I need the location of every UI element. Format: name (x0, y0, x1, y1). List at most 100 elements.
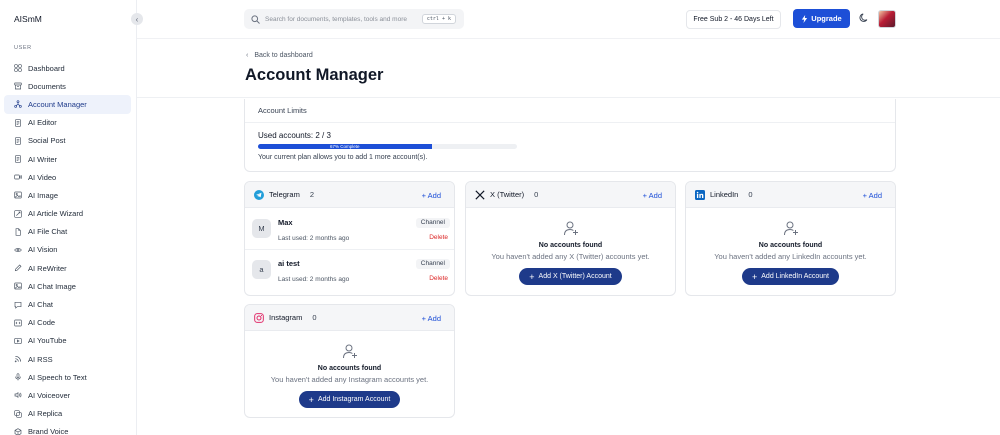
sidebar-item-ai-editor[interactable]: AI Editor (4, 114, 131, 132)
user-plus-icon (783, 221, 798, 236)
add-instagram-link[interactable]: + Add (422, 314, 441, 323)
telegram-icon (254, 189, 264, 200)
empty-state: No accounts found You haven't added any … (245, 343, 454, 408)
sidebar-item-documents[interactable]: Documents (4, 77, 131, 95)
sidebar-item-label: Social Post (28, 136, 66, 146)
account-row: M Max Last used: 2 months ago Channel De… (245, 209, 454, 249)
add-instagram-account-button[interactable]: + Add Instagram Account (298, 391, 401, 408)
sidebar-item-social-post[interactable]: Social Post (4, 132, 131, 150)
channel-badge: Channel (415, 259, 450, 269)
cube-icon (14, 428, 22, 435)
empty-subtitle: You haven't added any X (Twitter) accoun… (491, 252, 650, 261)
add-telegram-link[interactable]: + Add (422, 191, 441, 200)
account-count: 0 (534, 190, 539, 199)
upgrade-label: Upgrade (811, 14, 842, 23)
copy-icon (14, 409, 22, 418)
plan-status[interactable]: Free Sub 2 - 46 Days Left (686, 10, 781, 29)
sidebar-item-label: AI Image (28, 190, 59, 200)
twitter-card-header: X (Twitter) 0 + Add (466, 182, 675, 208)
back-label: Back to dashboard (254, 52, 313, 59)
chevron-left-icon: ‹ (246, 52, 249, 59)
account-avatar: M (252, 219, 271, 238)
add-twitter-link[interactable]: + Add (643, 191, 662, 200)
sidebar-item-label: AI Code (28, 318, 56, 328)
user-plus-icon (342, 344, 357, 359)
sidebar-item-ai-youtube[interactable]: AI YouTube (4, 332, 131, 350)
usage-progress-bar: 67% Complete (258, 144, 517, 149)
sidebar-nav: Dashboard Documents Account Manager AI Edit… (4, 59, 131, 435)
sidebar-item-label: Account Manager (28, 99, 87, 109)
sidebar-item-label: AI Speech to Text (28, 372, 87, 382)
account-avatar: a (252, 260, 271, 279)
back-to-dashboard-link[interactable]: ‹ Back to dashboard (246, 52, 313, 59)
sidebar-item-ai-vision[interactable]: AI Vision (4, 241, 131, 259)
empty-title: No accounts found (538, 242, 603, 249)
sidebar-item-label: AI Chat Image (28, 281, 76, 291)
section-label-user: USER (14, 45, 32, 51)
upgrade-button[interactable]: Upgrade (793, 9, 850, 28)
sidebar-item-brand-voice[interactable]: Brand Voice (4, 423, 131, 435)
delete-account-link[interactable]: Delete (429, 234, 448, 241)
account-limits-title: Account Limits (258, 106, 307, 115)
sidebar-item-account-manager[interactable]: Account Manager (4, 95, 131, 114)
account-count: 2 (309, 190, 315, 199)
instagram-card: Instagram 0 + Add No accounts found You … (244, 304, 455, 418)
sidebar-item-ai-video[interactable]: AI Video (4, 168, 131, 186)
sidebar-item-ai-chat-image[interactable]: AI Chat Image (4, 277, 131, 295)
sidebar-item-ai-rewriter[interactable]: AI ReWriter (4, 259, 131, 277)
sidebar-item-ai-article-wizard[interactable]: AI Article Wizard (4, 205, 131, 223)
sidebar-item-label: Dashboard (28, 63, 65, 73)
sidebar-item-dashboard[interactable]: Dashboard (4, 59, 131, 77)
last-used-text: Last used: 2 months ago (278, 235, 350, 242)
doc-icon (14, 137, 22, 145)
add-linkedin-account-button[interactable]: + Add LinkedIn Account (742, 268, 839, 285)
sidebar-item-label: AI Editor (28, 118, 57, 128)
user-plus-icon (563, 221, 578, 236)
grid-icon (14, 64, 22, 72)
sidebar-item-ai-image[interactable]: AI Image (4, 186, 131, 204)
account-limits-card: Account Limits Used accounts: 2 / 3 67% … (244, 99, 896, 172)
brand-name: AISmM (14, 14, 42, 24)
sidebar-item-label: AI RSS (28, 354, 53, 364)
sidebar-item-label: AI Voiceover (28, 390, 71, 400)
empty-state: No accounts found You haven't added any … (466, 220, 675, 285)
button-label: Add X (Twitter) Account (538, 273, 612, 280)
share-icon (14, 100, 22, 109)
image-icon (14, 282, 22, 290)
eye-icon (14, 246, 22, 254)
sidebar-item-label: AI Chat (28, 300, 54, 310)
sidebar-item-label: Documents (28, 81, 66, 91)
add-twitter-account-button[interactable]: + Add X (Twitter) Account (519, 268, 622, 285)
search-bar[interactable]: ctrl + k (244, 9, 464, 29)
sidebar-item-ai-speech-to-text[interactable]: AI Speech to Text (4, 368, 131, 386)
account-name: Max (278, 218, 293, 227)
empty-state: No accounts found You haven't added any … (686, 220, 895, 285)
dark-mode-toggle-icon[interactable] (859, 13, 869, 23)
top-header: ctrl + k Free Sub 2 - 46 Days Left Upgra… (137, 0, 1000, 39)
sidebar-item-ai-replica[interactable]: AI Replica (4, 405, 131, 423)
plan-allowance-note: Your current plan allows you to add 1 mo… (258, 154, 428, 161)
speaker-icon (14, 391, 22, 399)
sidebar-item-label: AI Vision (28, 245, 58, 255)
sidebar-item-ai-code[interactable]: AI Code (4, 314, 131, 332)
mic-icon (14, 373, 22, 381)
sidebar-item-ai-file-chat[interactable]: AI File Chat (4, 223, 131, 241)
linkedin-icon (695, 189, 705, 200)
search-input[interactable] (265, 15, 425, 23)
collapse-sidebar-button[interactable]: ‹ (131, 13, 143, 25)
sidebar-item-ai-writer[interactable]: AI Writer (4, 150, 131, 168)
delete-account-link[interactable]: Delete (429, 275, 448, 282)
account-count: 0 (312, 313, 317, 322)
sidebar-item-label: AI Video (28, 172, 57, 182)
sidebar-item-label: AI Writer (28, 154, 58, 164)
sidebar-item-ai-rss[interactable]: AI RSS (4, 350, 131, 368)
channel-badge: Channel (415, 218, 450, 228)
add-linkedin-link[interactable]: + Add (863, 191, 882, 200)
sidebar-item-ai-voiceover[interactable]: AI Voiceover (4, 386, 131, 404)
user-avatar[interactable] (878, 10, 896, 28)
empty-subtitle: You haven't added any LinkedIn accounts … (714, 252, 867, 261)
image-icon (14, 191, 22, 199)
sidebar-item-ai-chat[interactable]: AI Chat (4, 295, 131, 313)
doc-icon (14, 155, 22, 163)
video-icon (14, 173, 22, 181)
